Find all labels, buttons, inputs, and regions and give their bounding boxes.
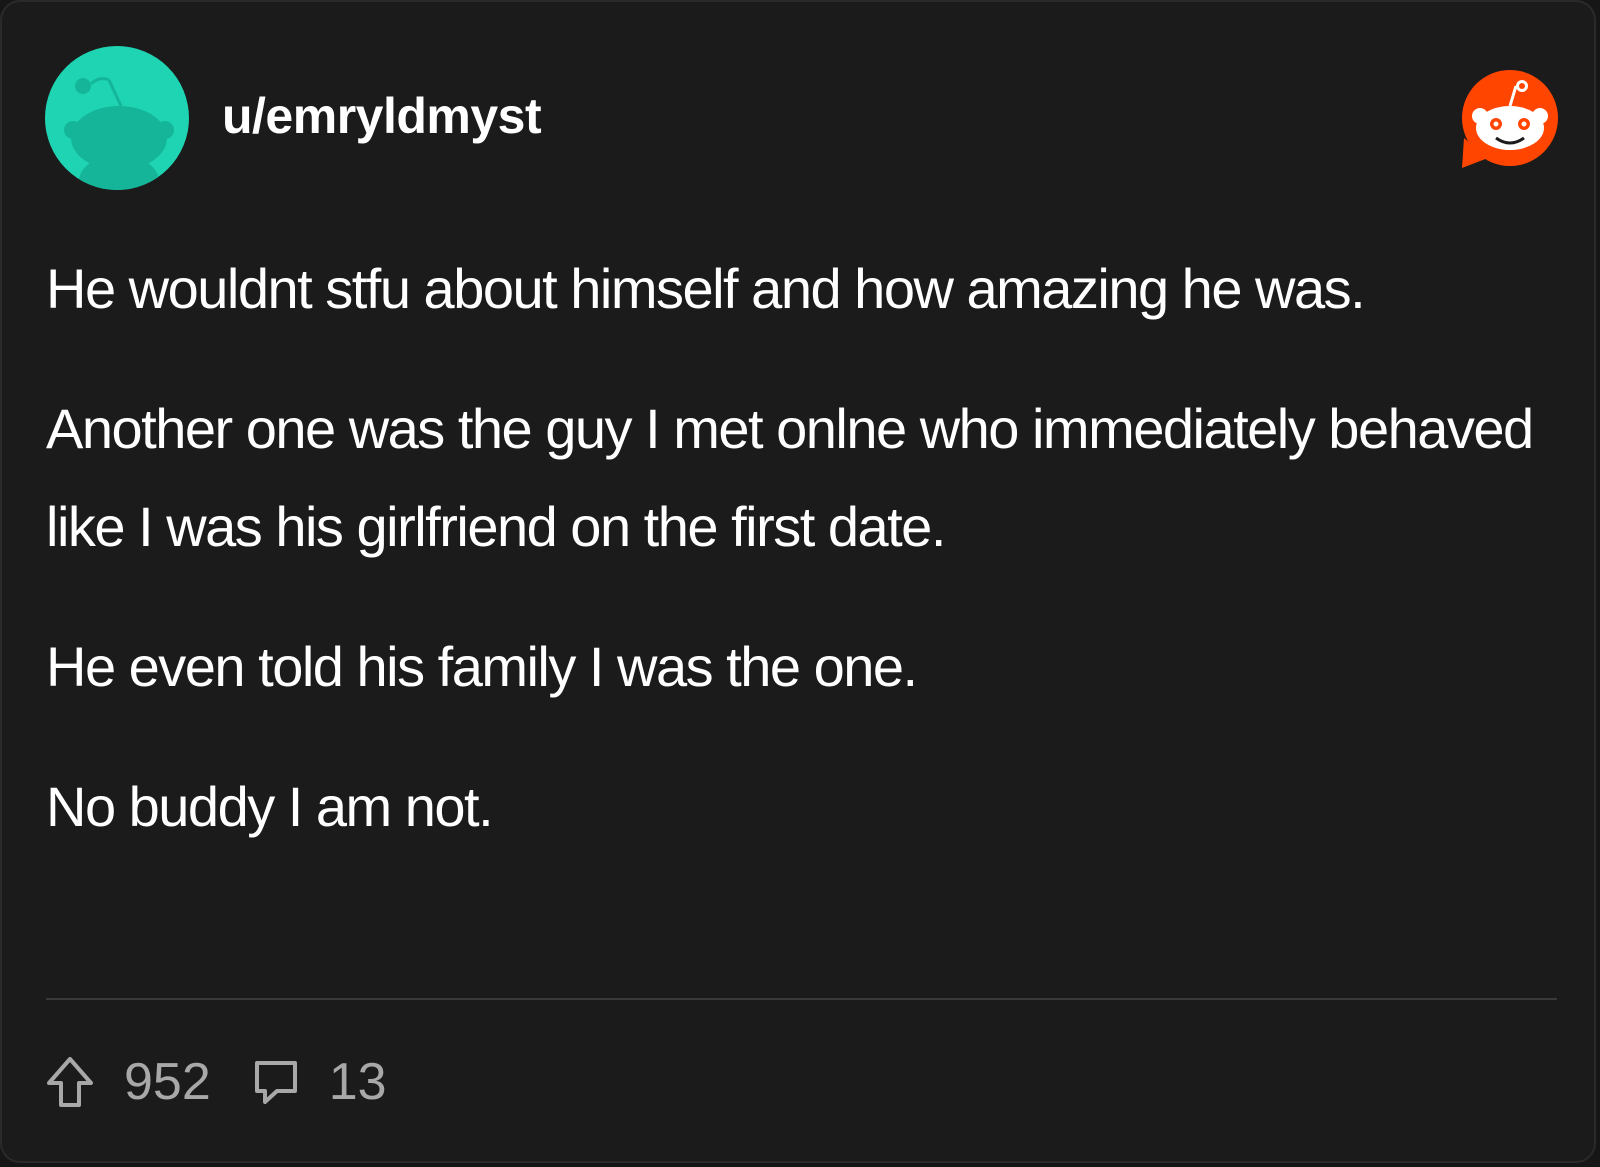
upvote-arrow-icon[interactable] [46,1056,94,1108]
post-paragraph: No buddy I am not. [46,775,494,838]
comment-count: 13 [328,1053,387,1111]
comment-bubble-icon[interactable] [251,1057,301,1107]
post-paragraph: He wouldnt stfu about himself and how am… [46,257,1366,320]
post-body: He wouldnt stfu about himself and how am… [46,240,1536,898]
post-footer: 952 13 [46,1052,387,1112]
upvote-count: 952 [124,1053,211,1111]
post-card: u/emryldmyst He wouldnt stfu about himse… [0,0,1596,1163]
post-paragraph: He even told his family I was the one. [46,635,918,698]
reddit-logo-icon[interactable] [1458,68,1562,172]
post-paragraph: Another one was the guy I met onlne who … [46,397,1534,558]
username[interactable]: u/emryldmyst [222,86,542,146]
divider [46,998,1557,1000]
snoo-avatar-icon[interactable] [45,46,189,190]
